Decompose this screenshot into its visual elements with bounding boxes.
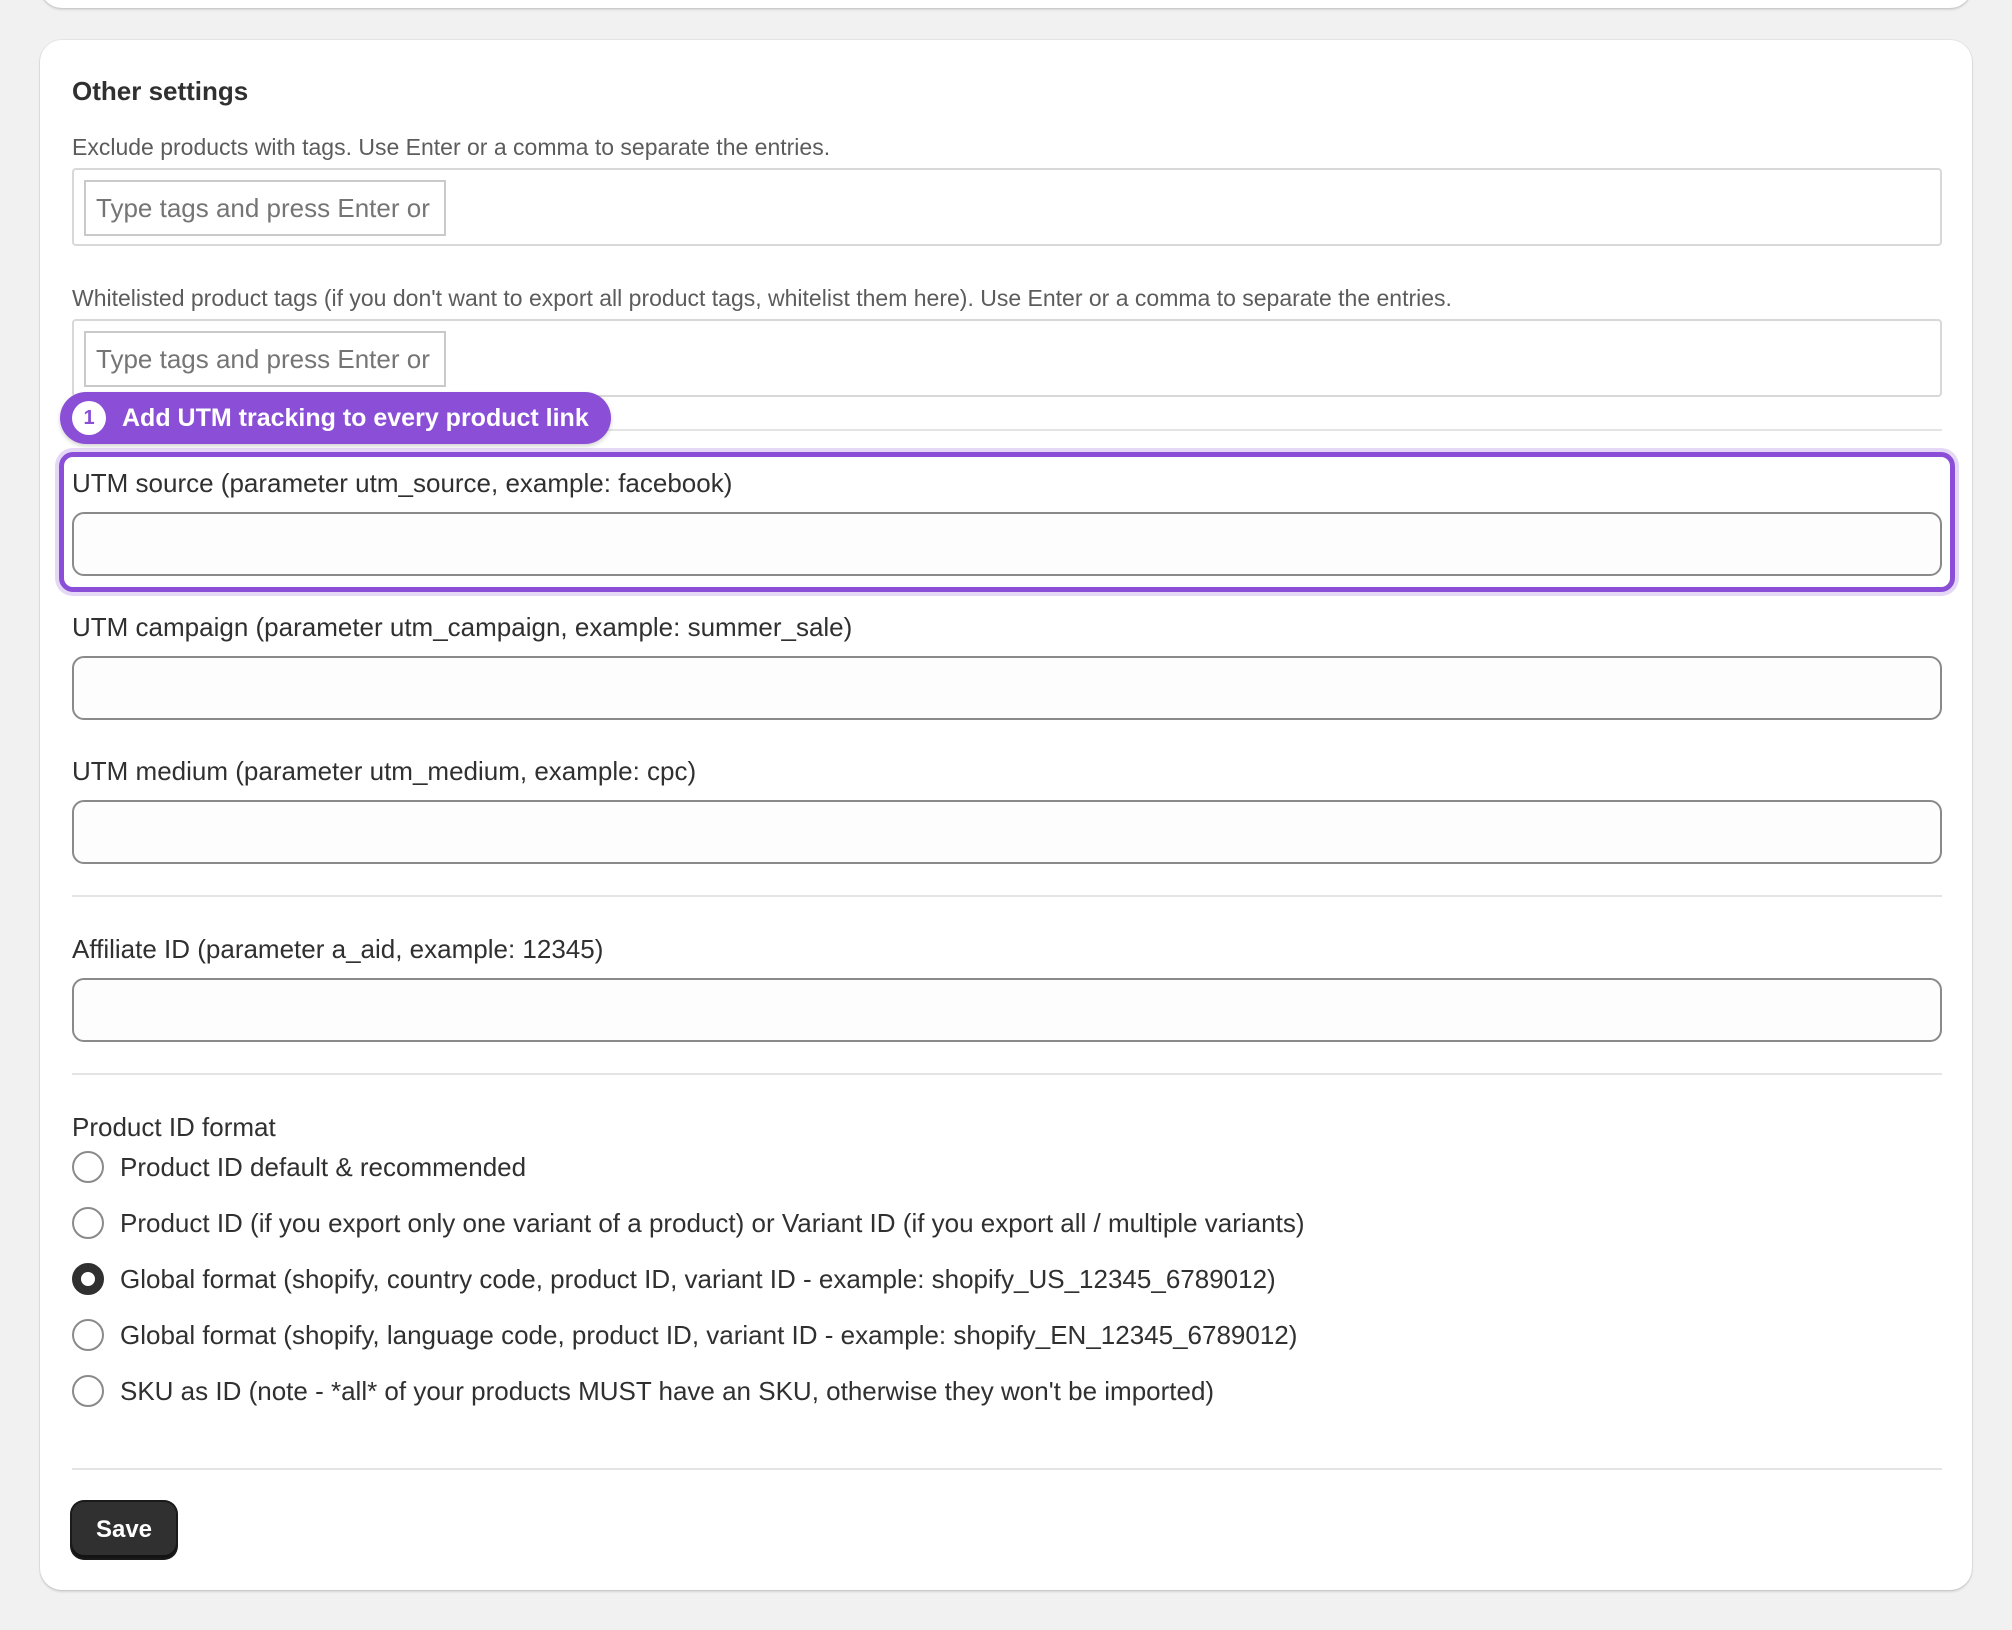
product-id-option-sku[interactable]: SKU as ID (note - *all* of your products… bbox=[72, 1375, 1214, 1407]
utm-campaign-label: UTM campaign (parameter utm_campaign, ex… bbox=[72, 612, 853, 642]
affiliate-id-label: Affiliate ID (parameter a_aid, example: … bbox=[72, 934, 604, 964]
radio-button-selected[interactable] bbox=[72, 1263, 104, 1295]
utm-medium-input[interactable] bbox=[72, 800, 1942, 864]
utm-campaign-input[interactable] bbox=[72, 656, 1942, 720]
radio-label: SKU as ID (note - *all* of your products… bbox=[120, 1375, 1215, 1406]
radio-label: Global format (shopify, language code, p… bbox=[120, 1319, 1298, 1350]
product-id-format-label: Product ID format bbox=[72, 1112, 276, 1142]
utm-source-label: UTM source (parameter utm_source, exampl… bbox=[72, 468, 733, 498]
radio-button[interactable] bbox=[72, 1207, 104, 1239]
product-id-option-variant[interactable]: Product ID (if you export only one varia… bbox=[72, 1207, 1305, 1239]
exclude-tags-help: Exclude products with tags. Use Enter or… bbox=[72, 134, 831, 160]
save-button[interactable]: Save bbox=[72, 1502, 176, 1558]
radio-button[interactable] bbox=[72, 1375, 104, 1407]
exclude-tags-box bbox=[72, 168, 1942, 246]
other-settings-card: Other settings Exclude products with tag… bbox=[40, 40, 1972, 1590]
radio-label: Product ID default & recommended bbox=[120, 1151, 527, 1182]
radio-button[interactable] bbox=[72, 1151, 104, 1183]
whitelist-tags-input[interactable] bbox=[84, 331, 446, 387]
callout-pill: 1 Add UTM tracking to every product link bbox=[60, 392, 611, 444]
product-id-option-global-country[interactable]: Global format (shopify, country code, pr… bbox=[72, 1263, 1276, 1295]
radio-label: Global format (shopify, country code, pr… bbox=[120, 1263, 1276, 1294]
previous-card bbox=[40, 0, 1972, 8]
divider bbox=[72, 1073, 1942, 1075]
exclude-tags-input[interactable] bbox=[84, 180, 446, 236]
section-title: Other settings bbox=[72, 76, 249, 106]
whitelist-tags-box bbox=[72, 319, 1942, 397]
callout-number-badge: 1 bbox=[72, 401, 106, 435]
divider bbox=[72, 1468, 1942, 1470]
radio-button[interactable] bbox=[72, 1319, 104, 1351]
product-id-option-global-language[interactable]: Global format (shopify, language code, p… bbox=[72, 1319, 1297, 1351]
callout-text: Add UTM tracking to every product link bbox=[122, 403, 589, 432]
affiliate-id-input[interactable] bbox=[72, 978, 1942, 1042]
utm-source-input[interactable] bbox=[72, 512, 1942, 576]
whitelist-tags-help: Whitelisted product tags (if you don't w… bbox=[72, 285, 1452, 311]
divider bbox=[72, 895, 1942, 897]
utm-medium-label: UTM medium (parameter utm_medium, exampl… bbox=[72, 756, 697, 786]
product-id-option-default[interactable]: Product ID default & recommended bbox=[72, 1151, 526, 1183]
radio-label: Product ID (if you export only one varia… bbox=[120, 1207, 1305, 1238]
